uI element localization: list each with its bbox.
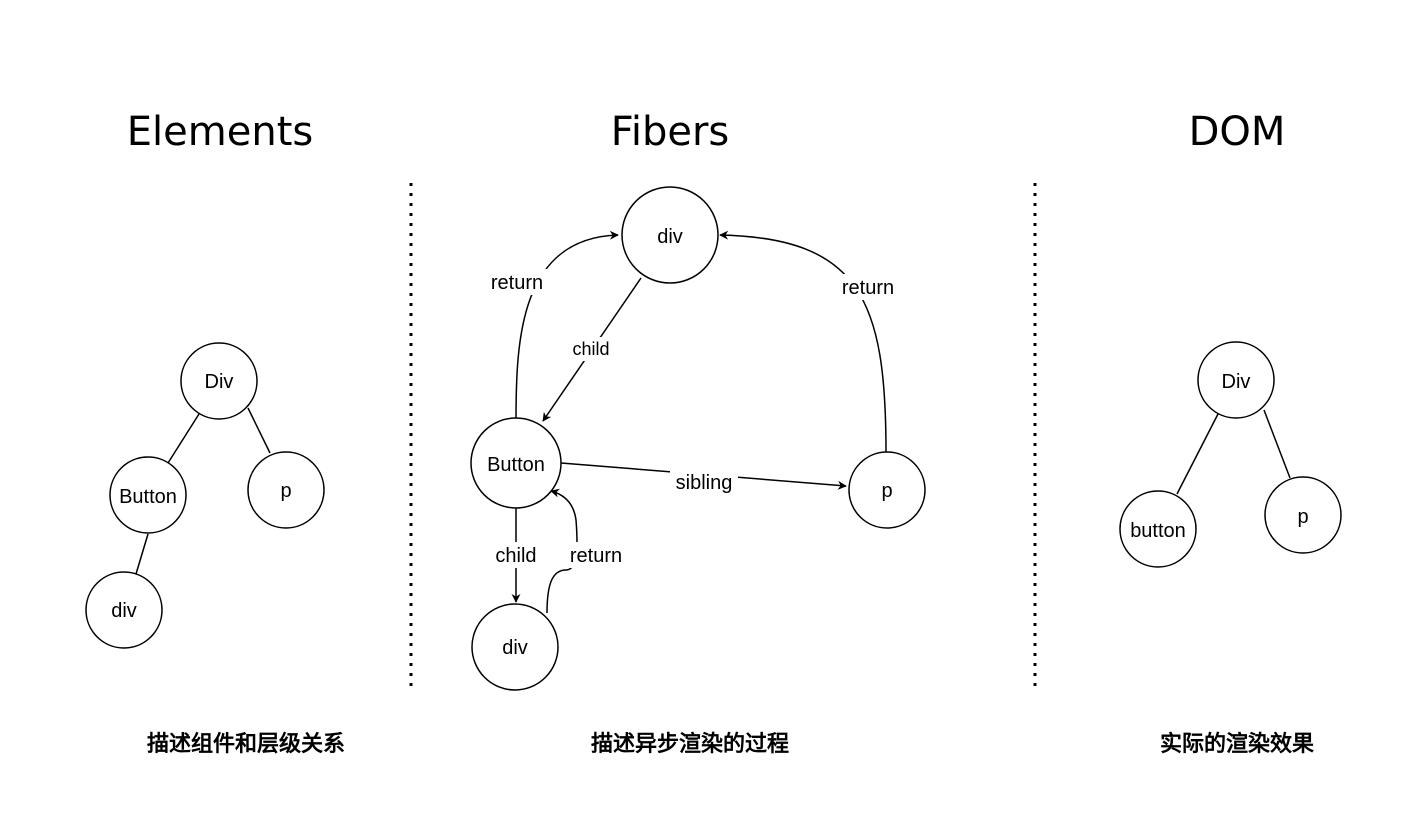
- diagram-canvas: Elements Fibers DOM Div Button p div chi…: [85, 109, 1342, 757]
- dom-edge-div-button: [1176, 413, 1219, 495]
- node-label: Div: [205, 371, 234, 393]
- node-label: Button: [487, 454, 545, 476]
- fibers-edge-return-left: [515, 230, 619, 421]
- fibers-node-div-child: div: [471, 603, 559, 691]
- dom-node-p: p: [1264, 476, 1342, 554]
- fibers-node-p: p: [848, 451, 926, 529]
- elements-title: Elements: [127, 109, 313, 155]
- node-label: div: [657, 226, 683, 248]
- elements-tree: Div Button p div: [85, 342, 325, 649]
- fibers-caption: 描述异步渲染的过程: [591, 731, 789, 757]
- fibers-graph: child return return sibling child return…: [470, 186, 926, 691]
- elements-node-p: p: [247, 451, 325, 529]
- fibers-node-div-root: div: [621, 186, 719, 284]
- dom-edge-div-p: [1263, 409, 1291, 479]
- fibers-edge-return-right: [719, 230, 887, 453]
- node-label: div: [502, 637, 528, 659]
- elements-caption: 描述组件和层级关系: [147, 731, 345, 757]
- elements-edge-button-div: [135, 533, 149, 575]
- fibers-edge-label-child-top: child: [572, 339, 609, 359]
- dom-node-div-root: Div: [1197, 341, 1275, 419]
- node-label: Div: [1222, 371, 1251, 393]
- fibers-edge-label-sibling: sibling: [676, 472, 733, 494]
- fibers-edge-label-return-left: return: [491, 272, 543, 294]
- elements-edge-div-p: [247, 407, 271, 454]
- dom-title: DOM: [1189, 109, 1286, 155]
- node-label: p: [881, 480, 892, 502]
- fibers-node-button: Button: [470, 417, 562, 509]
- dom-caption: 实际的渲染效果: [1160, 731, 1314, 757]
- node-label: Button: [119, 486, 177, 508]
- node-label: button: [1130, 520, 1186, 542]
- fibers-edge-label-child-bottom: child: [495, 545, 536, 567]
- elements-node-div-child: div: [85, 571, 163, 649]
- elements-node-div-root: Div: [180, 342, 258, 420]
- node-label: div: [111, 600, 137, 622]
- fibers-edge-label-return-right: return: [842, 277, 894, 299]
- elements-edge-div-button: [167, 413, 200, 464]
- fibers-title: Fibers: [611, 109, 730, 155]
- node-label: p: [1297, 506, 1308, 528]
- dom-node-button: button: [1119, 490, 1197, 568]
- elements-node-button: Button: [109, 456, 187, 534]
- dom-tree: Div button p: [1119, 341, 1342, 568]
- fibers-edge-label-return-bottom: return: [570, 545, 622, 567]
- node-label: p: [280, 480, 291, 502]
